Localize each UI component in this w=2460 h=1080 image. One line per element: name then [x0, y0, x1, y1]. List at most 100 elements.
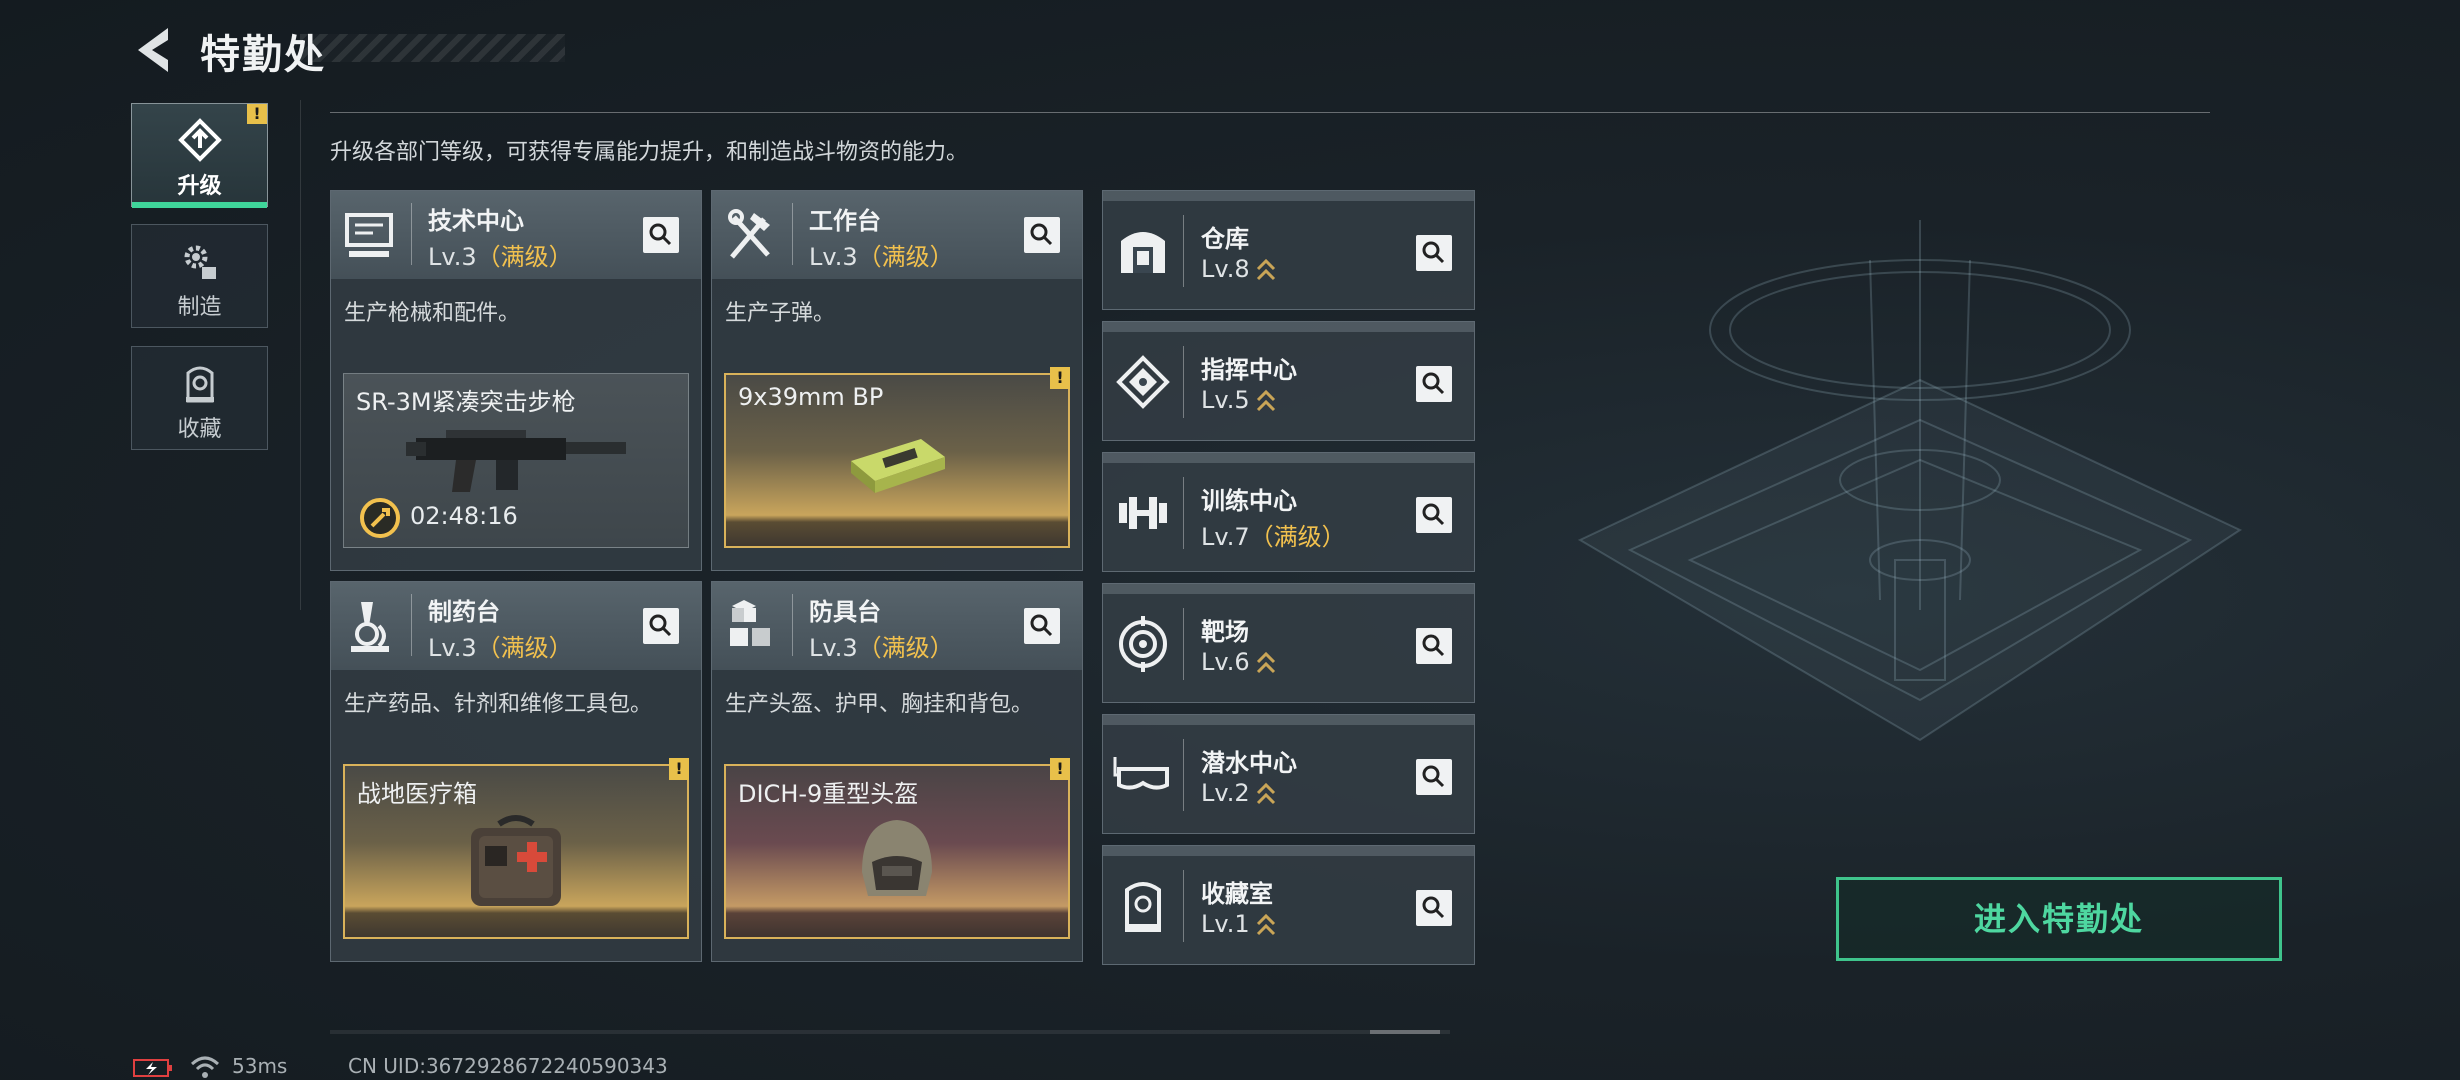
facility-card-collection-room[interactable]: 收藏室 Lv.1: [1102, 845, 1475, 965]
back-arrow-icon[interactable]: [130, 22, 180, 78]
tab-upgrade[interactable]: 升级 !: [131, 103, 268, 208]
boxes-icon: [730, 600, 770, 646]
department-description: 生产药品、针剂和维修工具包。: [344, 692, 653, 717]
ammo-box-image: [851, 439, 945, 493]
search-icon[interactable]: [1024, 608, 1060, 644]
department-card-armor-bench[interactable]: 防具台 Lv.3（满级） 生产头盔、护甲、胸挂和背包。 DICH-9重型头盔 !: [711, 581, 1083, 962]
user-uid: CN UID:3672928672240590343: [348, 1054, 668, 1078]
divider: [1183, 739, 1184, 811]
max-level-tag: （满级）: [857, 634, 954, 662]
wrench-timer-icon: [360, 498, 400, 538]
title-decoration: [300, 34, 565, 62]
diving-mask-icon: [1113, 757, 1169, 790]
facility-level: Lv.7（满级）: [1201, 517, 1346, 552]
department-card-workbench[interactable]: 工作台 Lv.3（满级） 生产子弹。 9x39mm BP !: [711, 190, 1083, 571]
department-level: Lv.3（满级）: [809, 237, 954, 272]
hammer-wrench-icon: [728, 209, 770, 259]
production-timer: 02:48:16: [410, 502, 518, 530]
facility-level: Lv.2: [1201, 779, 1276, 807]
production-slot[interactable]: 战地医疗箱 !: [343, 758, 689, 939]
base-structure-art: [1577, 220, 2243, 742]
max-level-tag: （满级）: [476, 634, 573, 662]
page-description: 升级各部门等级，可获得专属能力提升，和制造战斗物资的能力。: [330, 140, 969, 165]
tab-craft[interactable]: 制造: [131, 224, 268, 328]
facility-level: Lv.1: [1201, 910, 1276, 938]
upgrade-chevron-icon: [1256, 651, 1275, 674]
upgrade-chevron-icon: [1256, 782, 1275, 805]
facility-card-training-center[interactable]: 训练中心 Lv.7（满级）: [1102, 452, 1475, 572]
facility-card-shooting-range[interactable]: 靶场 Lv.6: [1102, 583, 1475, 703]
gears-icon: [184, 245, 216, 279]
level-value: Lv.3: [428, 243, 477, 271]
tab-collection-label: 收藏: [177, 417, 222, 442]
department-card-tech-center[interactable]: 技术中心 Lv.3（满级） 生产枪械和配件。 SR-3M紧凑突击步枪 02:48…: [330, 190, 702, 571]
divider: [330, 112, 2210, 113]
level-value: Lv.8: [1201, 255, 1250, 283]
facility-name: 收藏室: [1201, 880, 1273, 908]
department-level: Lv.3（满级）: [809, 628, 954, 663]
search-icon[interactable]: [1416, 366, 1452, 402]
divider: [792, 594, 793, 656]
microscope-icon: [351, 602, 389, 652]
facility-name: 训练中心: [1201, 487, 1297, 515]
divider: [411, 594, 412, 656]
product-name: SR-3M紧凑突击步枪: [356, 388, 576, 416]
department-name: 制药台: [428, 598, 500, 626]
level-value: Lv.6: [1201, 648, 1250, 676]
target-icon: [1119, 616, 1167, 672]
upgrade-chevron-icon: [1256, 258, 1275, 281]
divider: [792, 203, 793, 265]
search-icon[interactable]: [1416, 890, 1452, 926]
helmet-image: [862, 820, 932, 896]
divider: [1183, 346, 1184, 418]
enter-special-ops-button[interactable]: 进入特勤处: [1836, 877, 2282, 961]
scrollbar-thumb[interactable]: [1370, 1030, 1440, 1034]
level-value: Lv.3: [809, 243, 858, 271]
facility-card-command-center[interactable]: 指挥中心 Lv.5: [1102, 321, 1475, 441]
divider: [300, 100, 301, 610]
department-name: 防具台: [809, 598, 881, 626]
facility-name: 仓库: [1201, 225, 1249, 253]
rifle-image: [406, 430, 626, 492]
upgrade-chevron-icon: [1256, 913, 1275, 936]
level-value: Lv.7: [1201, 523, 1250, 551]
facility-card-diving-center[interactable]: 潜水中心 Lv.2: [1102, 714, 1475, 834]
facility-name: 指挥中心: [1201, 356, 1297, 384]
department-level: Lv.3（满级）: [428, 628, 573, 663]
department-card-pharmacy[interactable]: 制药台 Lv.3（满级） 生产药品、针剂和维修工具包。 战地医疗箱 !: [330, 581, 702, 962]
department-name: 技术中心: [428, 207, 524, 235]
search-icon[interactable]: [1416, 628, 1452, 664]
divider: [1183, 870, 1184, 942]
search-icon[interactable]: [1416, 759, 1452, 795]
tab-collection[interactable]: 收藏: [131, 346, 268, 450]
search-icon[interactable]: [1416, 497, 1452, 533]
divider: [1183, 608, 1184, 680]
facility-name: 靶场: [1201, 618, 1249, 646]
facility-level: Lv.6: [1201, 648, 1276, 676]
page-title: 特勤处: [200, 32, 326, 78]
max-level-tag: （满级）: [857, 243, 954, 271]
production-slot[interactable]: 9x39mm BP !: [724, 367, 1070, 548]
product-name: 9x39mm BP: [738, 383, 884, 411]
warning-badge: !: [1050, 367, 1070, 389]
search-icon[interactable]: [643, 217, 679, 253]
computer-icon: [345, 213, 393, 257]
production-slot[interactable]: DICH-9重型头盔 !: [724, 758, 1070, 939]
search-icon[interactable]: [643, 608, 679, 644]
facility-name: 潜水中心: [1201, 749, 1297, 777]
wifi-icon: [190, 1056, 220, 1078]
horizontal-scrollbar[interactable]: [330, 1030, 1450, 1034]
product-name: DICH-9重型头盔: [738, 780, 919, 808]
department-description: 生产枪械和配件。: [344, 301, 521, 326]
battery-charging-icon: [133, 1059, 172, 1077]
search-icon[interactable]: [1416, 235, 1452, 271]
search-icon[interactable]: [1024, 217, 1060, 253]
production-slot[interactable]: SR-3M紧凑突击步枪 02:48:16: [343, 373, 689, 548]
chip-icon: [1116, 355, 1170, 409]
divider: [411, 203, 412, 265]
medkit-image: [471, 815, 561, 906]
department-description: 生产头盔、护甲、胸挂和背包。: [725, 692, 1034, 717]
level-value: Lv.3: [428, 634, 477, 662]
facility-card-warehouse[interactable]: 仓库 Lv.8: [1102, 190, 1475, 310]
trophy-case-icon: [1125, 882, 1161, 932]
